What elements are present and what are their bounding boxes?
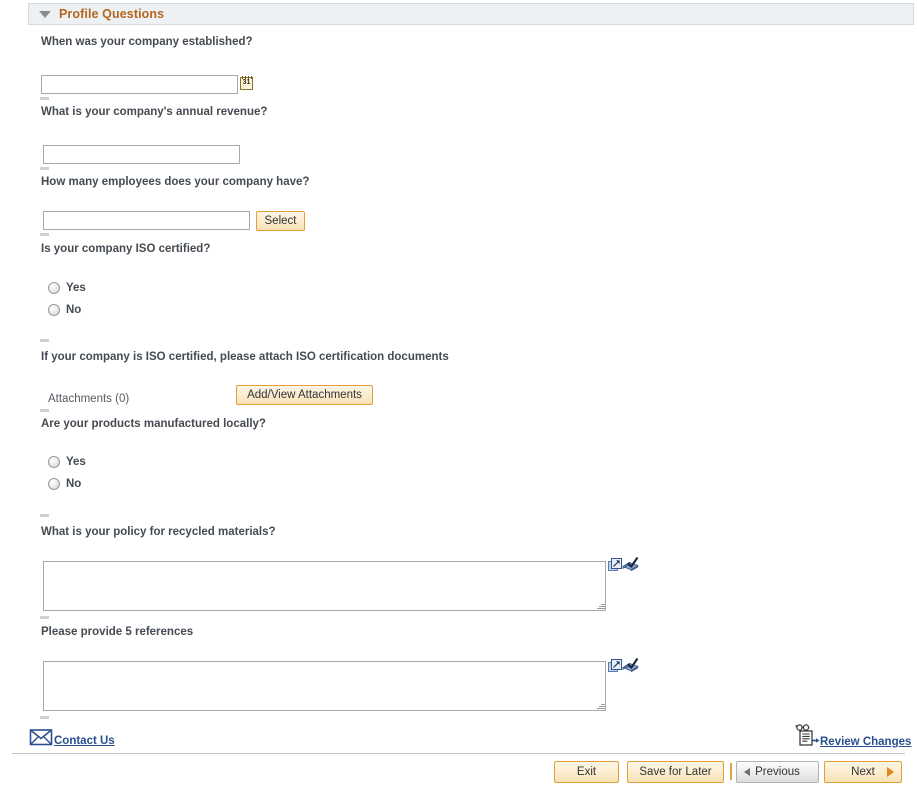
question-label-iso-attachments: If your company is ISO certified, please… — [41, 351, 449, 363]
field-marker — [40, 167, 49, 170]
triangle-left-icon — [744, 768, 750, 776]
expand-window-icon[interactable] — [608, 659, 622, 673]
question-label-local-manufacture: Are your products manufactured locally? — [41, 418, 266, 430]
radio-button-iso-yes[interactable] — [48, 282, 60, 294]
radio-button-iso-no[interactable] — [48, 304, 60, 316]
next-button[interactable]: Next — [824, 761, 902, 783]
field-marker — [40, 716, 49, 719]
add-view-attachments-button[interactable]: Add/View Attachments — [236, 385, 373, 405]
radio-button-local-yes[interactable] — [48, 456, 60, 468]
select-button[interactable]: Select — [256, 211, 305, 231]
recycled-policy-textarea[interactable] — [43, 561, 606, 611]
field-marker — [40, 409, 49, 412]
previous-button[interactable]: Previous — [736, 761, 819, 783]
triangle-right-icon — [887, 767, 894, 777]
established-date-input[interactable] — [41, 75, 238, 94]
next-button-label: Next — [851, 766, 875, 778]
save-for-later-button[interactable]: Save for Later — [627, 761, 724, 783]
previous-button-label: Previous — [755, 766, 800, 778]
radio-option-local-yes[interactable]: Yes — [48, 456, 86, 468]
field-marker — [40, 97, 49, 100]
envelope-icon[interactable] — [29, 727, 53, 746]
expand-window-icon[interactable] — [608, 558, 622, 572]
contact-us-link[interactable]: Contact Us — [54, 735, 115, 747]
radio-label-local-no: No — [66, 478, 82, 490]
calendar-icon[interactable]: 31 — [240, 76, 255, 92]
footer-divider — [12, 753, 905, 754]
exit-button[interactable]: Exit — [554, 761, 619, 783]
question-label-revenue: What is your company's annual revenue? — [41, 106, 268, 118]
employees-input[interactable] — [43, 211, 250, 230]
question-label-established: When was your company established? — [41, 36, 253, 48]
review-changes-icon[interactable] — [795, 723, 820, 747]
section-title: Profile Questions — [59, 7, 165, 21]
question-label-iso-certified: Is your company ISO certified? — [41, 243, 211, 255]
field-marker — [40, 616, 49, 619]
question-label-employees: How many employees does your company hav… — [41, 176, 310, 188]
question-label-references: Please provide 5 references — [41, 626, 194, 638]
review-changes-link[interactable]: Review Changes — [820, 736, 911, 748]
field-marker — [40, 339, 49, 342]
revenue-input[interactable] — [43, 145, 240, 164]
radio-option-iso-no[interactable]: No — [48, 304, 81, 316]
radio-label-local-yes: Yes — [66, 456, 86, 468]
radio-option-local-no[interactable]: No — [48, 478, 81, 490]
references-textarea[interactable] — [43, 661, 606, 711]
spell-check-icon[interactable] — [622, 557, 639, 572]
question-label-recycled-policy: What is your policy for recycled materia… — [41, 526, 276, 538]
calendar-icon-day: 31 — [242, 79, 251, 86]
radio-button-local-no[interactable] — [48, 478, 60, 490]
radio-label-iso-no: No — [66, 304, 82, 316]
attachments-count: Attachments (0) — [48, 393, 130, 405]
button-bar-separator — [730, 763, 732, 780]
field-marker — [40, 514, 49, 517]
field-marker — [40, 233, 49, 236]
radio-label-iso-yes: Yes — [66, 282, 86, 294]
collapse-triangle-down-icon[interactable] — [39, 10, 51, 18]
spell-check-icon[interactable] — [622, 658, 639, 673]
radio-option-iso-yes[interactable]: Yes — [48, 282, 86, 294]
profile-questions-header[interactable]: Profile Questions — [28, 3, 914, 25]
